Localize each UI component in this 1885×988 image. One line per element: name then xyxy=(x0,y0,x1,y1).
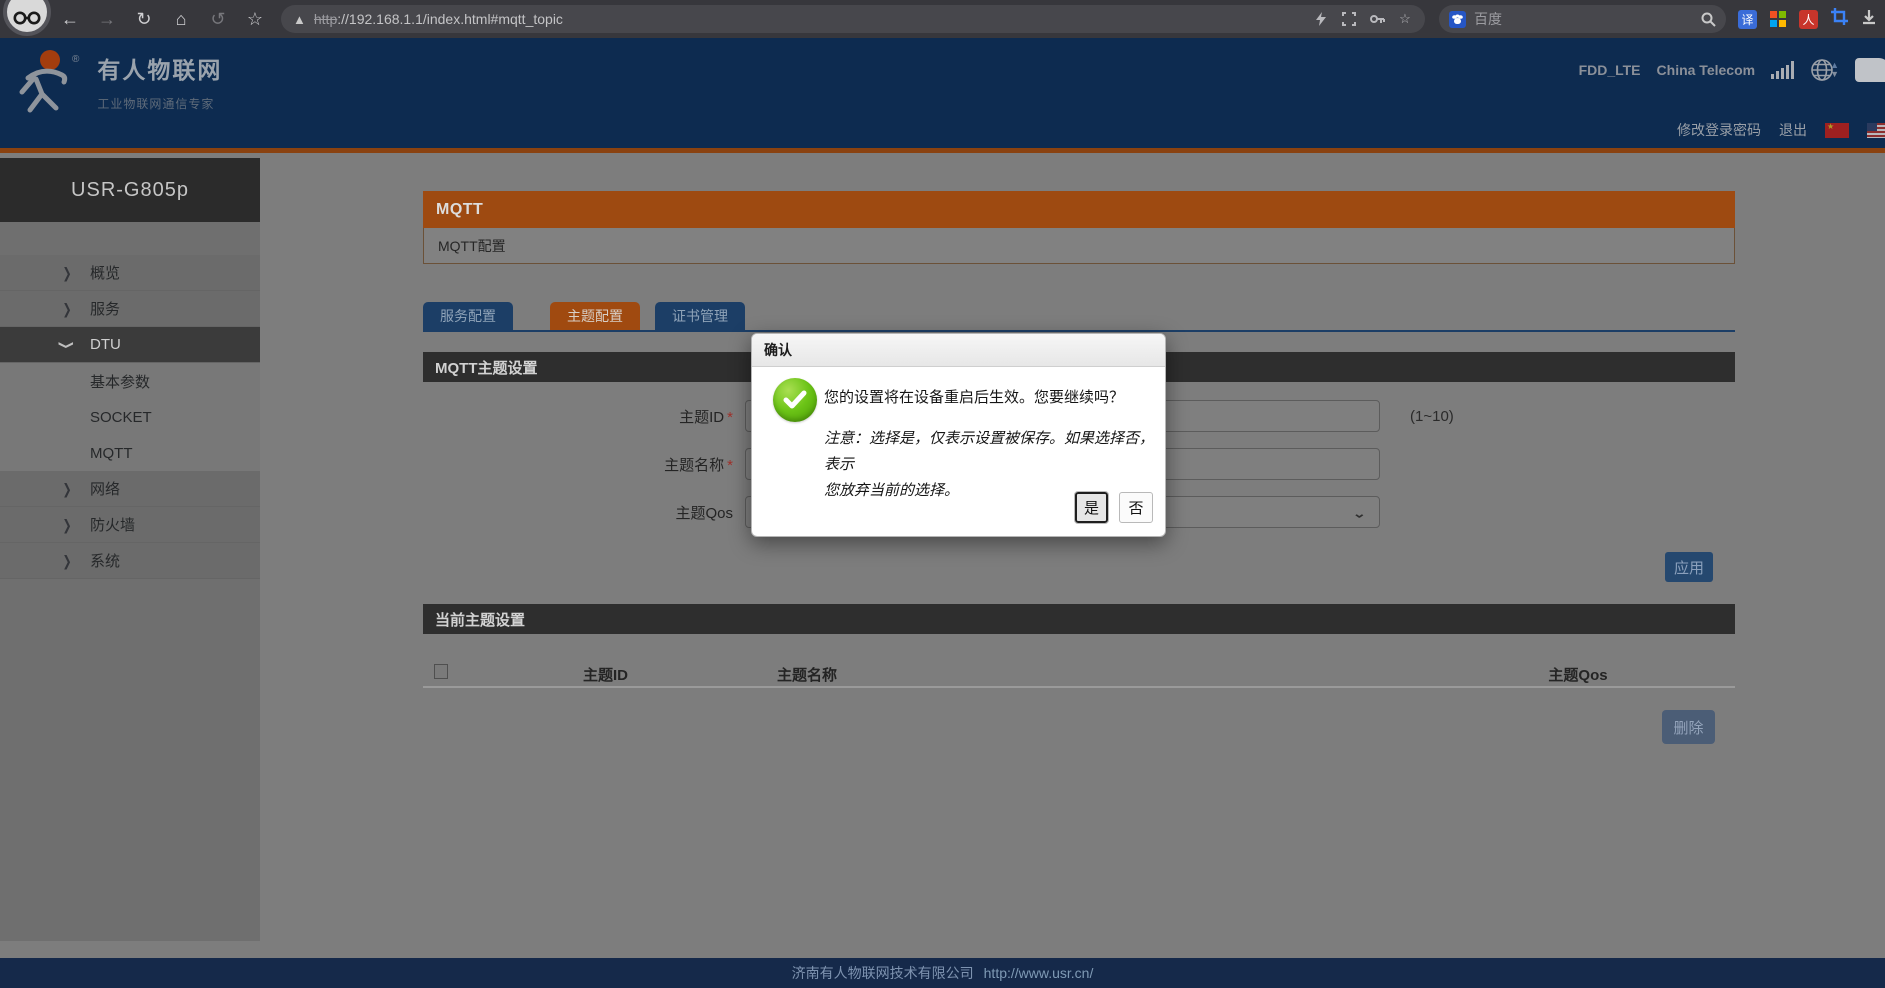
home-button[interactable]: ⌂ xyxy=(171,9,191,30)
search-icon[interactable] xyxy=(1701,12,1716,27)
success-check-icon xyxy=(773,378,817,422)
pdf-extension-icon[interactable]: 人 xyxy=(1799,10,1818,29)
key-icon[interactable] xyxy=(1369,11,1385,27)
search-bar[interactable]: 百度 xyxy=(1439,5,1726,33)
translate-extension-icon[interactable]: 译 xyxy=(1738,10,1757,29)
search-input[interactable]: 百度 xyxy=(1474,9,1701,29)
screenshot-icon[interactable] xyxy=(1341,11,1357,27)
star-icon[interactable]: ☆ xyxy=(1397,11,1413,27)
device-web-page: ® 有人物联网 工业物联网通信专家 FDD_LTE China Telecom … xyxy=(0,38,1885,988)
lightning-icon[interactable] xyxy=(1313,11,1329,27)
dialog-title: 确认 xyxy=(752,334,1165,367)
download-icon[interactable] xyxy=(1861,9,1877,30)
profile-avatar[interactable] xyxy=(3,0,51,36)
baidu-icon xyxy=(1449,11,1466,28)
dialog-message: 您的设置将在设备重启后生效。您要继续吗？ xyxy=(824,386,1154,407)
confirm-no-button[interactable]: 否 xyxy=(1119,492,1153,523)
confirm-dialog: 确认 您的设置将在设备重启后生效。您要继续吗？ 注意：选择是，仅表示设置被保存。… xyxy=(751,333,1166,537)
browser-toolbar: ← → ↻ ⌂ ↺ ☆ ▲ http://192.168.1.1/index.h… xyxy=(0,0,1885,38)
forward-button[interactable]: → xyxy=(97,9,117,30)
reload-button[interactable]: ↻ xyxy=(134,9,154,30)
crop-extension-icon[interactable] xyxy=(1831,8,1848,30)
glasses-icon xyxy=(12,11,42,25)
history-button[interactable]: ↺ xyxy=(208,9,228,30)
insecure-warning-icon: ▲ xyxy=(293,12,306,27)
url-text[interactable]: http://192.168.1.1/index.html#mqtt_topic xyxy=(314,11,1303,27)
back-button[interactable]: ← xyxy=(60,9,80,30)
confirm-yes-button[interactable]: 是 xyxy=(1075,492,1108,523)
microsoft-extension-icon[interactable] xyxy=(1770,11,1786,27)
bookmark-star-icon[interactable]: ☆ xyxy=(245,9,265,30)
url-bar[interactable]: ▲ http://192.168.1.1/index.html#mqtt_top… xyxy=(281,5,1425,33)
